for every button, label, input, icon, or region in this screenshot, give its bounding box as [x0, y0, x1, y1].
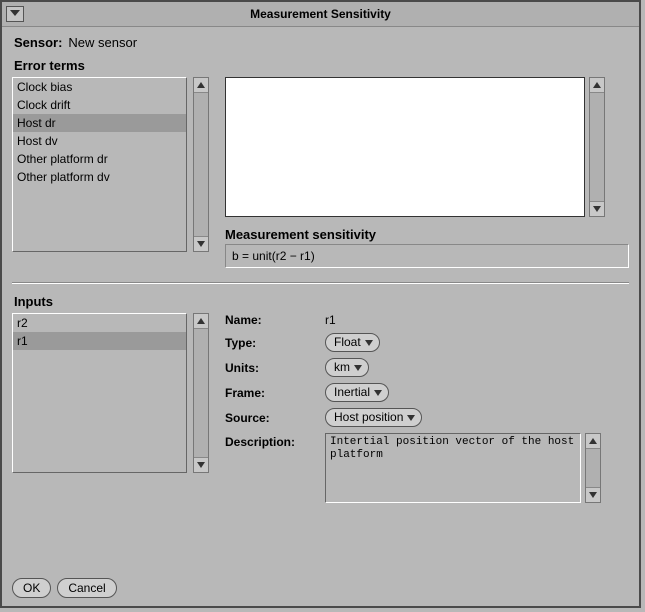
sensor-value: New sensor — [68, 35, 137, 50]
lower-panel: r2r1 Name: r1 — [12, 313, 629, 503]
description-scrollbar[interactable] — [585, 433, 601, 503]
chevron-down-icon — [354, 365, 362, 371]
chevron-up-icon — [197, 318, 205, 324]
frame-label: Frame: — [225, 386, 325, 400]
scroll-track[interactable] — [590, 93, 604, 201]
list-item[interactable]: Host dv — [13, 132, 186, 150]
window-title: Measurement Sensitivity — [250, 7, 391, 21]
inputs-title: Inputs — [14, 294, 629, 309]
measurement-title: Measurement sensitivity — [225, 227, 629, 242]
upper-panel: Clock biasClock driftHost drHost dvOther… — [12, 77, 629, 268]
error-terms-title: Error terms — [14, 58, 629, 73]
error-terms-listbox[interactable]: Clock biasClock driftHost drHost dvOther… — [12, 77, 187, 252]
canvas-row — [225, 77, 629, 217]
chevron-down-icon — [10, 10, 20, 16]
inputs-scrollbar[interactable] — [193, 313, 209, 473]
chevron-down-icon — [197, 462, 205, 468]
dialog-window: Measurement Sensitivity Sensor: New sens… — [0, 0, 641, 608]
button-row: OK Cancel — [12, 578, 117, 598]
scroll-up-arrow[interactable] — [586, 434, 600, 449]
list-item[interactable]: r2 — [13, 314, 186, 332]
scroll-up-arrow[interactable] — [194, 78, 208, 93]
scroll-track[interactable] — [194, 93, 208, 236]
window-menu-button[interactable] — [6, 6, 24, 22]
sensor-row: Sensor: New sensor — [14, 35, 629, 50]
list-item[interactable]: Host dr — [13, 114, 186, 132]
list-item[interactable]: Other platform dr — [13, 150, 186, 168]
units-row: Units: km — [225, 358, 629, 377]
form-column: Name: r1 Type: Float Units: km — [225, 313, 629, 503]
name-row: Name: r1 — [225, 313, 629, 327]
chevron-down-icon — [407, 415, 415, 421]
description-row: Description: Intertial position vector o… — [225, 433, 629, 503]
scroll-track[interactable] — [194, 329, 208, 457]
canvas-column: Measurement sensitivity b = unit(r2 − r1… — [225, 77, 629, 268]
scroll-down-arrow[interactable] — [590, 201, 604, 216]
frame-row: Frame: Inertial — [225, 383, 629, 402]
units-dropdown[interactable]: km — [325, 358, 369, 377]
cancel-button[interactable]: Cancel — [57, 578, 116, 598]
scroll-down-arrow[interactable] — [194, 457, 208, 472]
type-value: Float — [334, 335, 361, 350]
description-textarea[interactable]: Intertial position vector of the host pl… — [325, 433, 581, 503]
name-label: Name: — [225, 313, 325, 327]
list-item[interactable]: Clock bias — [13, 78, 186, 96]
chevron-up-icon — [593, 82, 601, 88]
inputs-listbox[interactable]: r2r1 — [12, 313, 187, 473]
frame-dropdown[interactable]: Inertial — [325, 383, 389, 402]
inputs-listwrap: r2r1 — [12, 313, 209, 473]
formula-box[interactable]: b = unit(r2 − r1) — [225, 244, 629, 268]
list-item[interactable]: Other platform dv — [13, 168, 186, 186]
scroll-track[interactable] — [586, 449, 600, 487]
titlebar: Measurement Sensitivity — [2, 2, 639, 27]
scroll-up-arrow[interactable] — [590, 78, 604, 93]
separator — [12, 282, 629, 284]
source-dropdown[interactable]: Host position — [325, 408, 422, 427]
description-wrap: Intertial position vector of the host pl… — [325, 433, 601, 503]
sensor-label: Sensor: — [14, 35, 62, 50]
chevron-down-icon — [197, 241, 205, 247]
dialog-body: Sensor: New sensor Error terms Clock bia… — [2, 27, 639, 511]
error-terms-scrollbar[interactable] — [193, 77, 209, 252]
scroll-down-arrow[interactable] — [586, 487, 600, 502]
scroll-up-arrow[interactable] — [194, 314, 208, 329]
chevron-up-icon — [589, 438, 597, 444]
frame-value: Inertial — [334, 385, 370, 400]
canvas-scrollbar[interactable] — [589, 77, 605, 217]
units-label: Units: — [225, 361, 325, 375]
scroll-down-arrow[interactable] — [194, 236, 208, 251]
chevron-down-icon — [365, 340, 373, 346]
plot-canvas[interactable] — [225, 77, 585, 217]
type-label: Type: — [225, 336, 325, 350]
chevron-up-icon — [197, 82, 205, 88]
chevron-down-icon — [374, 390, 382, 396]
source-value: Host position — [334, 410, 403, 425]
chevron-down-icon — [589, 492, 597, 498]
units-value: km — [334, 360, 350, 375]
source-label: Source: — [225, 411, 325, 425]
type-row: Type: Float — [225, 333, 629, 352]
ok-button[interactable]: OK — [12, 578, 51, 598]
formula-text: b = unit(r2 − r1) — [232, 249, 315, 263]
measurement-block: Measurement sensitivity b = unit(r2 − r1… — [225, 227, 629, 268]
description-label: Description: — [225, 433, 325, 449]
source-row: Source: Host position — [225, 408, 629, 427]
type-dropdown[interactable]: Float — [325, 333, 380, 352]
chevron-down-icon — [593, 206, 601, 212]
name-value: r1 — [325, 313, 336, 327]
list-item[interactable]: r1 — [13, 332, 186, 350]
error-terms-listwrap: Clock biasClock driftHost drHost dvOther… — [12, 77, 209, 252]
list-item[interactable]: Clock drift — [13, 96, 186, 114]
